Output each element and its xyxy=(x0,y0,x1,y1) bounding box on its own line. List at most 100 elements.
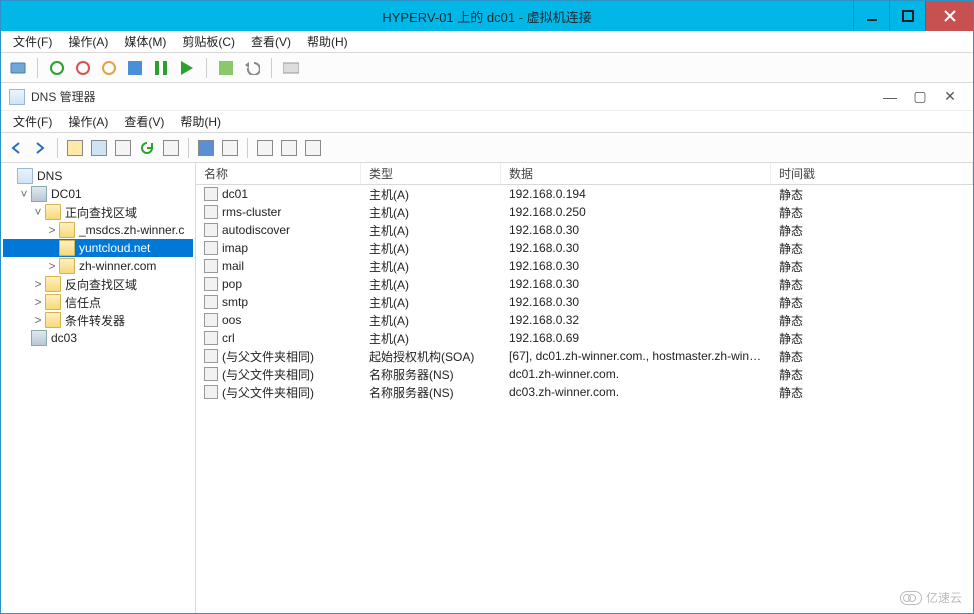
tree-item[interactable]: dc03 xyxy=(3,329,193,347)
list-row[interactable]: autodiscover主机(A)192.168.0.30静态 xyxy=(196,221,973,239)
col-data[interactable]: 数据 xyxy=(501,163,771,184)
turnoff-icon[interactable] xyxy=(74,59,92,77)
tree-item[interactable]: > 信任点 xyxy=(3,293,193,311)
tree-twisty-icon[interactable]: > xyxy=(45,223,59,237)
tree-item[interactable]: >条件转发器 xyxy=(3,311,193,329)
inner-menu-file[interactable]: 文件(F) xyxy=(7,111,58,132)
inner-menu-action[interactable]: 操作(A) xyxy=(62,111,114,132)
list-row[interactable]: rms-cluster主机(A)192.168.0.250静态 xyxy=(196,203,973,221)
record-name: (与父文件夹相同) xyxy=(222,366,314,383)
tree-item[interactable]: ˅DC01 xyxy=(3,185,193,203)
pause-icon[interactable] xyxy=(152,59,170,77)
new-zone-icon[interactable] xyxy=(304,139,322,157)
tree-pane[interactable]: DNS˅DC01˅正向查找区域>_msdcs.zh-winner.cyuntcl… xyxy=(1,163,196,613)
list-row[interactable]: pop主机(A)192.168.0.30静态 xyxy=(196,275,973,293)
list-row[interactable]: (与父文件夹相同)起始授权机构(SOA)[67], dc01.zh-winner… xyxy=(196,347,973,365)
inner-menubar: 文件(F) 操作(A) 查看(V) 帮助(H) xyxy=(1,111,973,133)
start-icon[interactable] xyxy=(48,59,66,77)
tree-item[interactable]: ˅ 正向查找区域 xyxy=(3,203,193,221)
inner-menu-view[interactable]: 查看(V) xyxy=(118,111,170,132)
new-record-icon[interactable] xyxy=(280,139,298,157)
properties-icon[interactable] xyxy=(197,139,215,157)
tree-item[interactable]: yuntcloud.net xyxy=(3,239,193,257)
record-type: 主机(A) xyxy=(361,330,501,347)
menu-view[interactable]: 查看(V) xyxy=(245,31,297,52)
list-row[interactable]: mail主机(A)192.168.0.30静态 xyxy=(196,257,973,275)
revert-icon[interactable] xyxy=(243,59,261,77)
refresh-icon[interactable] xyxy=(138,139,156,157)
reset-icon[interactable] xyxy=(178,59,196,77)
menu-file[interactable]: 文件(F) xyxy=(7,31,58,52)
record-name: pop xyxy=(222,277,242,291)
list-row[interactable]: smtp主机(A)192.168.0.30静态 xyxy=(196,293,973,311)
record-type: 名称服务器(NS) xyxy=(361,366,501,383)
record-type: 名称服务器(NS) xyxy=(361,384,501,401)
minimize-button[interactable] xyxy=(853,1,889,31)
menu-action[interactable]: 操作(A) xyxy=(62,31,114,52)
record-type: 起始授权机构(SOA) xyxy=(361,348,501,365)
filter-icon[interactable] xyxy=(256,139,274,157)
list-body[interactable]: dc01主机(A)192.168.0.194静态rms-cluster主机(A)… xyxy=(196,185,973,613)
record-name: mail xyxy=(222,259,244,273)
tree-item[interactable]: DNS xyxy=(3,167,193,185)
record-type: 主机(A) xyxy=(361,276,501,293)
tree-twisty-icon[interactable]: ˅ xyxy=(17,187,31,201)
show-hide-tree-icon[interactable] xyxy=(90,139,108,157)
shutdown-icon[interactable] xyxy=(100,59,118,77)
help-icon[interactable] xyxy=(221,139,239,157)
record-icon xyxy=(204,205,218,219)
forward-icon[interactable] xyxy=(31,139,49,157)
list-header[interactable]: 名称 类型 数据 时间戳 xyxy=(196,163,973,185)
inner-close-button[interactable]: ✕ xyxy=(935,88,965,105)
tree-twisty-icon[interactable]: > xyxy=(31,295,45,309)
list-row[interactable]: dc01主机(A)192.168.0.194静态 xyxy=(196,185,973,203)
inner-titlebar[interactable]: DNS 管理器 — ▢ ✕ xyxy=(1,83,973,111)
dns-icon xyxy=(17,168,33,184)
tree-twisty-icon[interactable]: > xyxy=(31,313,45,327)
menu-clipboard[interactable]: 剪贴板(C) xyxy=(176,31,241,52)
record-data: dc01.zh-winner.com. xyxy=(501,367,771,381)
menu-help[interactable]: 帮助(H) xyxy=(301,31,354,52)
tree-item[interactable]: >_msdcs.zh-winner.c xyxy=(3,221,193,239)
window-controls xyxy=(853,1,973,31)
delete-icon[interactable] xyxy=(114,139,132,157)
tree-item[interactable]: >zh-winner.com xyxy=(3,257,193,275)
tree-twisty-icon[interactable]: ˅ xyxy=(31,205,45,219)
ctrl-alt-del-icon[interactable] xyxy=(9,59,27,77)
record-timestamp: 静态 xyxy=(771,222,973,239)
col-type[interactable]: 类型 xyxy=(361,163,501,184)
tree-twisty-icon[interactable]: > xyxy=(31,277,45,291)
col-ts[interactable]: 时间戳 xyxy=(771,163,973,184)
folder-icon xyxy=(45,312,61,328)
back-icon[interactable] xyxy=(7,139,25,157)
tree-item-label: 信任点 xyxy=(65,294,101,311)
checkpoint-icon[interactable] xyxy=(217,59,235,77)
inner-maximize-button[interactable]: ▢ xyxy=(905,88,935,105)
record-timestamp: 静态 xyxy=(771,330,973,347)
inner-menu-help[interactable]: 帮助(H) xyxy=(174,111,227,132)
col-name[interactable]: 名称 xyxy=(196,163,361,184)
list-row[interactable]: (与父文件夹相同) 名称服务器(NS)dc01.zh-winner.com.静态 xyxy=(196,365,973,383)
record-icon xyxy=(204,277,218,291)
close-button[interactable] xyxy=(925,1,973,31)
inner-minimize-button[interactable]: — xyxy=(875,89,905,105)
save-icon[interactable] xyxy=(126,59,144,77)
outer-titlebar[interactable]: HYPERV-01 上的 dc01 - 虚拟机连接 xyxy=(1,1,973,31)
record-icon xyxy=(204,367,218,381)
tree-twisty-icon[interactable]: > xyxy=(45,259,59,273)
up-icon[interactable] xyxy=(66,139,84,157)
list-row[interactable]: crl主机(A)192.168.0.69静态 xyxy=(196,329,973,347)
enhanced-session-icon[interactable] xyxy=(282,59,300,77)
record-type: 主机(A) xyxy=(361,222,501,239)
maximize-button[interactable] xyxy=(889,1,925,31)
watermark-icon xyxy=(900,591,922,605)
list-row[interactable]: oos主机(A)192.168.0.32静态 xyxy=(196,311,973,329)
tree-item-label: 正向查找区域 xyxy=(65,204,137,221)
list-row[interactable]: imap主机(A)192.168.0.30静态 xyxy=(196,239,973,257)
export-icon[interactable] xyxy=(162,139,180,157)
record-timestamp: 静态 xyxy=(771,366,973,383)
record-timestamp: 静态 xyxy=(771,348,973,365)
tree-item[interactable]: >反向查找区域 xyxy=(3,275,193,293)
menu-media[interactable]: 媒体(M) xyxy=(118,31,172,52)
list-row[interactable]: (与父文件夹相同)名称服务器(NS)dc03.zh-winner.com.静态 xyxy=(196,383,973,401)
